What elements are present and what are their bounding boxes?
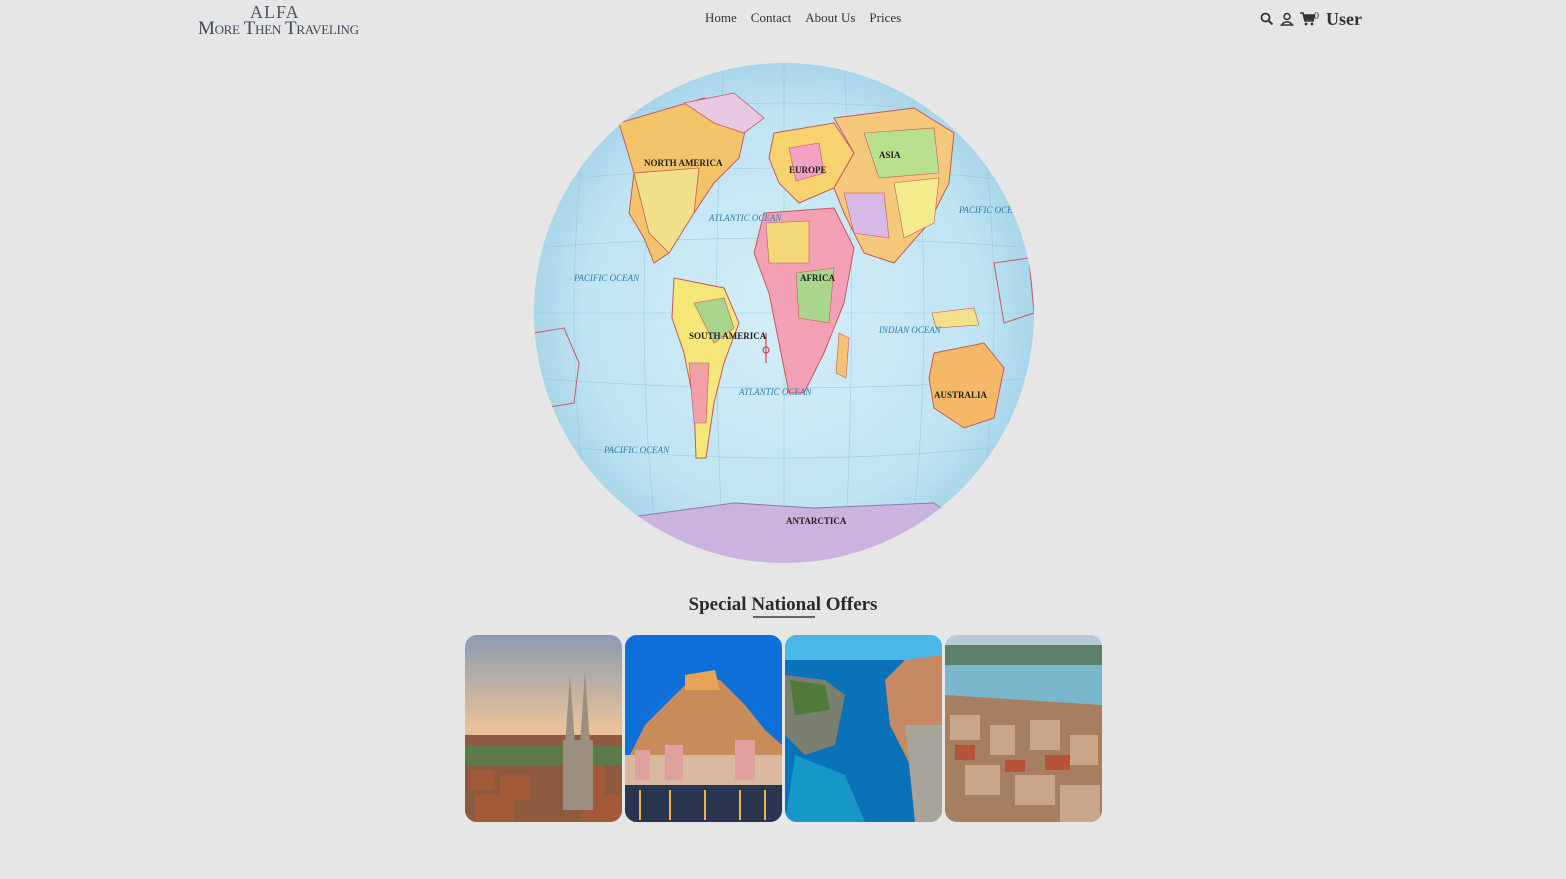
user-icon[interactable] <box>1279 12 1295 26</box>
label-south-america: SOUTH AMERICA <box>689 331 767 341</box>
world-map-globe: NORTH AMERICA SOUTH AMERICA EUROPE ASIA … <box>534 63 1034 563</box>
label-atlantic-north: ATLANTIC OCEAN <box>708 213 782 223</box>
label-pacific-east: PACIFIC OCEAN <box>958 205 1025 215</box>
offers-heading: Special National Offers <box>0 594 1566 618</box>
site-logo[interactable]: ALFA More Then Traveling <box>198 2 359 39</box>
offer-card-coastal-cliffs[interactable] <box>785 635 942 822</box>
label-asia: ASIA <box>879 150 901 160</box>
cart-count: 0 <box>1314 10 1319 22</box>
nav-prices[interactable]: Prices <box>869 10 901 26</box>
label-australia: AUSTRALIA <box>934 390 988 400</box>
label-antarctica: ANTARCTICA <box>786 516 847 526</box>
logo-line2: More Then Traveling <box>198 18 359 39</box>
label-atlantic-south: ATLANTIC OCEAN <box>738 387 812 397</box>
world-map-image: NORTH AMERICA SOUTH AMERICA EUROPE ASIA … <box>534 63 1034 563</box>
offer-card-cathedral-city[interactable] <box>465 635 622 822</box>
offer-card-hilltop-town-night[interactable] <box>625 635 782 822</box>
nav-about-us[interactable]: About Us <box>805 10 855 26</box>
label-pacific-southwest: PACIFIC OCEAN <box>603 445 670 455</box>
nav-home[interactable]: Home <box>705 10 737 26</box>
search-icon[interactable] <box>1260 12 1274 26</box>
label-europe: EUROPE <box>789 165 827 175</box>
offer-cards <box>465 635 1105 822</box>
label-north-america: NORTH AMERICA <box>644 158 723 168</box>
label-pacific-west: PACIFIC OCEAN <box>573 273 640 283</box>
user-menu[interactable]: User <box>1326 9 1362 30</box>
main-nav: Home Contact About Us Prices <box>705 10 915 26</box>
nav-contact[interactable]: Contact <box>751 10 791 26</box>
label-indian-ocean: INDIAN OCEAN <box>878 325 942 335</box>
offers-title: Special National Offers <box>688 594 878 615</box>
label-africa: AFRICA <box>800 273 835 283</box>
cart-icon[interactable] <box>1300 12 1316 26</box>
header-utilities: 0 User <box>1260 8 1362 30</box>
heading-underline <box>753 616 815 618</box>
offer-card-old-town-harbor[interactable] <box>945 635 1102 822</box>
